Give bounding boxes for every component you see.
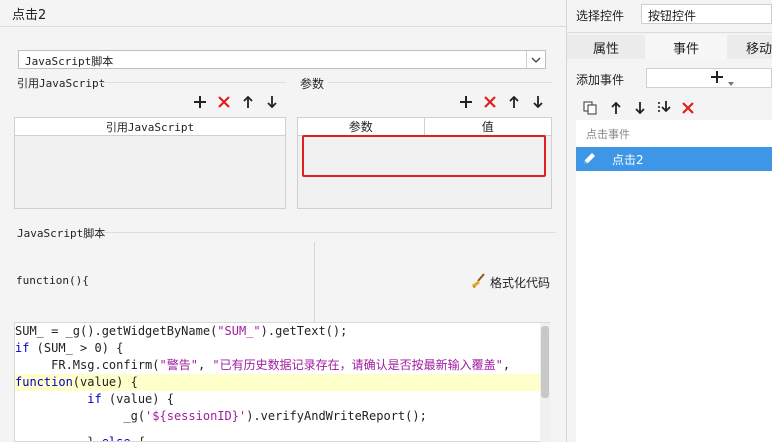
arrow-down-icon[interactable] [260,92,284,112]
arrow-down-icon[interactable] [526,92,550,112]
select-control-label: 选择控件 [576,9,625,23]
move-bottom-icon[interactable] [652,98,676,118]
params-divider [328,82,552,83]
tab-properties[interactable]: 属性 [567,35,645,59]
code-line-2: if (SUM_ > 0) { [15,341,124,355]
chevron-down-icon[interactable] [526,51,545,68]
script-divider [102,232,556,233]
format-code-label: 格式化代码 [490,276,551,290]
arrow-up-icon[interactable] [236,92,260,112]
control-select-value: 按钮控件 [648,9,697,23]
copy-icon[interactable] [578,98,602,118]
highlight-box [302,135,546,177]
editor-title: 点击2 [12,8,47,23]
ref-js-column-header[interactable]: 引用JavaScript [15,118,285,135]
delete-x-icon[interactable] [676,98,700,118]
code-line-1: SUM_ = _g().getWidgetByName("SUM_").getT… [15,324,348,338]
value-column-header[interactable]: 值 [425,118,552,135]
plus-icon[interactable] [454,92,478,112]
event-item-label: 点击2 [612,153,644,167]
broom-icon [470,273,486,292]
arrow-down-icon[interactable] [628,98,652,118]
tab-events[interactable]: 事件 [645,35,727,59]
delete-x-icon[interactable] [212,92,236,112]
code-line-8: } else { [15,435,146,442]
arrow-up-icon[interactable] [604,98,628,118]
script-section-label: JavaScript脚本 [17,227,106,240]
code-line-6: _g('${sessionID}').verifyAndWriteReport(… [15,409,427,423]
delete-x-icon[interactable] [478,92,502,112]
code-editor[interactable]: SUM_ = _g().getWidgetByName("SUM_").getT… [14,322,550,442]
code-line-4: function(value) { [15,374,541,391]
code-line-5: if (value) { [87,392,174,406]
script-type-select[interactable]: JavaScript脚本 [18,50,546,69]
params-label: 参数 [300,77,325,91]
ref-js-table[interactable]: 引用JavaScript [14,117,286,209]
ref-js-toolbar [188,92,284,112]
plus-icon[interactable] [188,92,212,112]
pencil-icon [582,152,596,169]
script-type-value: JavaScript脚本 [25,55,114,68]
ref-js-label: 引用JavaScript [17,77,106,90]
event-list-header: 点击事件 [586,128,630,141]
editor-title-bar [0,0,566,27]
code-line-3: FR.Msg.confirm("警告", "已有历史数据记录存在，请确认是否按最… [15,358,511,372]
tab-move[interactable]: 移动 [727,35,772,59]
format-code-button[interactable]: 格式化代码 [470,273,550,292]
control-select[interactable]: 按钮控件 [641,4,772,24]
params-column-header[interactable]: 参数 [298,118,425,135]
panel-divider [567,32,772,33]
code-scrollbar-thumb[interactable] [541,326,549,398]
plus-icon [711,71,723,86]
function-header: function(){ [16,274,89,287]
ref-js-divider [100,82,286,83]
arrow-up-icon[interactable] [502,92,526,112]
chevron-down-icon [728,75,734,89]
add-event-label: 添加事件 [576,73,625,87]
add-event-dropdown[interactable] [646,68,772,88]
event-list-item[interactable]: 点击2 [576,147,772,171]
event-toolbar [578,98,700,118]
params-toolbar [454,92,550,112]
